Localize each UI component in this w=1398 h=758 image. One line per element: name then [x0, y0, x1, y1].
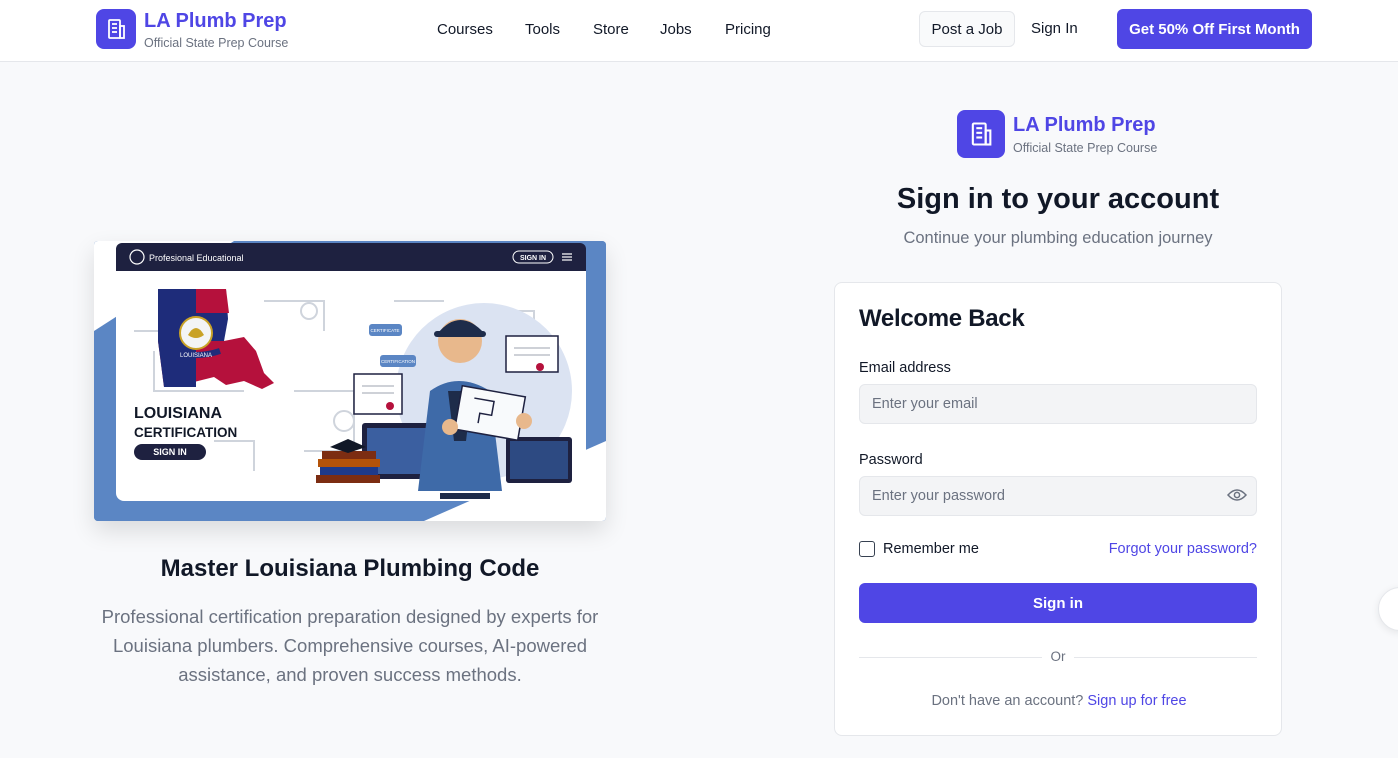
- brand-tagline: Official State Prep Course: [144, 36, 289, 50]
- nav-jobs[interactable]: Jobs: [660, 21, 692, 38]
- auth-title: Sign in to your account: [896, 183, 1220, 215]
- auth-subtitle: Continue your plumbing education journey: [903, 229, 1213, 247]
- signup-prompt: Don't have an account?: [931, 693, 1084, 709]
- remember-me-checkbox[interactable]: [859, 541, 875, 557]
- email-field[interactable]: [859, 384, 1257, 424]
- nav-tools[interactable]: Tools: [525, 21, 560, 38]
- top-navbar: LA Plumb Prep Official State Prep Course…: [0, 0, 1398, 62]
- cert-tag-2: CERTIFICATION: [381, 359, 415, 364]
- divider-text: Or: [1042, 649, 1074, 664]
- sign-in-button[interactable]: Sign in: [859, 583, 1257, 623]
- nav-store[interactable]: Store: [593, 21, 629, 38]
- password-field[interactable]: [859, 476, 1257, 516]
- hero-state-banner: LOUISIANA: [180, 353, 212, 359]
- hero-illustration: Profesional Educational SIGN IN LOUISIAN…: [94, 241, 606, 521]
- auth-logo-icon[interactable]: [957, 110, 1005, 158]
- forgot-password-link[interactable]: Forgot your password?: [1109, 541, 1257, 557]
- hero-title: Master Louisiana Plumbing Code: [160, 555, 540, 582]
- show-password-icon[interactable]: [1227, 488, 1247, 502]
- remember-me: Remember me: [859, 541, 979, 557]
- signup-link[interactable]: Sign up for free: [1087, 693, 1186, 709]
- nav-pricing[interactable]: Pricing: [725, 21, 771, 38]
- post-job-button[interactable]: Post a Job: [919, 11, 1015, 47]
- nav-courses[interactable]: Courses: [437, 21, 493, 38]
- brand-name[interactable]: LA Plumb Prep: [144, 10, 287, 33]
- floating-chat-button[interactable]: [1378, 587, 1398, 631]
- hero-image-button: SIGN IN: [153, 447, 187, 457]
- card-heading: Welcome Back: [859, 305, 1025, 332]
- hero-bar-text: Profesional Educational: [149, 253, 244, 263]
- hero-image-heading-2: CERTIFICATION: [134, 425, 237, 440]
- cert-tag-1: CERTIFICATE: [370, 328, 399, 333]
- hero-bar-button: SIGN IN: [520, 255, 546, 262]
- hero-description: Professional certification preparation d…: [101, 606, 599, 685]
- signup-row: Don't have an account? Sign up for free: [835, 693, 1283, 709]
- sign-in-card: Welcome Back Email address Password Reme…: [834, 282, 1282, 736]
- auth-brand-name[interactable]: LA Plumb Prep: [1013, 114, 1156, 137]
- hero-image-heading-1: LOUISIANA: [134, 405, 222, 422]
- auth-brand-tagline: Official State Prep Course: [1013, 141, 1158, 155]
- password-label: Password: [859, 452, 923, 468]
- remember-me-label[interactable]: Remember me: [883, 541, 979, 557]
- promo-cta-button[interactable]: Get 50% Off First Month: [1117, 9, 1312, 49]
- header-sign-in-link[interactable]: Sign In: [1031, 20, 1078, 37]
- hero-image: Profesional Educational SIGN IN LOUISIAN…: [94, 241, 606, 521]
- email-label: Email address: [859, 360, 951, 376]
- logo-icon[interactable]: [96, 9, 136, 49]
